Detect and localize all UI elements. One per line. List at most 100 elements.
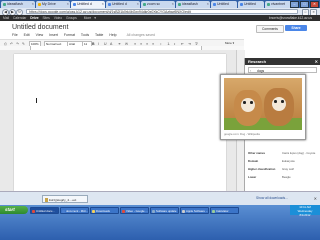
windows-taskbar: start Untitled docu... document - Micr..… xyxy=(0,205,320,240)
fact-value[interactable]: Canis lupus (dog) - Coyote xyxy=(282,151,318,155)
browser-tab-active[interactable]: Untitled d ✕ xyxy=(71,1,105,8)
gbar-item-video[interactable]: Video xyxy=(54,16,62,20)
folder-icon xyxy=(92,209,95,213)
italic-button[interactable]: I xyxy=(98,42,99,46)
fact-value[interactable]: Eukaryota xyxy=(282,159,318,163)
browser-tab-strip: ideasflash ✕ My Drive ✕ Untitled d ✕ Untitl… xyxy=(0,0,320,8)
fact-value[interactable]: Gray wolf xyxy=(282,167,318,171)
browser-tab[interactable]: zoom sc ✕ xyxy=(141,1,175,8)
decrease-indent-icon[interactable]: ⇤ xyxy=(181,42,184,46)
file-icon xyxy=(44,198,48,202)
browser-tab[interactable]: Untitled d ✕ xyxy=(106,1,140,8)
share-button[interactable]: Share xyxy=(285,25,307,31)
gbar-item-calendar[interactable]: Calendar xyxy=(13,16,26,20)
start-button[interactable]: start xyxy=(0,206,28,214)
tab-close-icon[interactable]: ✕ xyxy=(101,1,104,8)
close-icon[interactable]: ✕ xyxy=(315,58,318,65)
taskbar-item-label: document - Micr... xyxy=(66,208,89,213)
browser-tab[interactable]: ideasflash ✕ xyxy=(1,1,35,8)
gbar-item-mail[interactable]: Mail xyxy=(3,16,9,20)
browser-tab[interactable]: Untitled xyxy=(211,1,237,8)
star-icon[interactable]: ☆ xyxy=(52,24,56,30)
tab-favicon-icon xyxy=(2,3,6,6)
text-color-button[interactable]: A xyxy=(110,42,112,46)
tab-favicon-icon xyxy=(142,3,146,6)
clock-date: 8/1/2012 xyxy=(299,213,311,217)
tab-close-icon[interactable]: ✕ xyxy=(136,1,139,8)
fact-key: Domain xyxy=(248,159,259,163)
document-title[interactable]: Untitled document xyxy=(12,24,68,31)
research-facts: Other names Canis lupus (dog) - Coyote Do… xyxy=(248,151,318,183)
taskbar-item[interactable]: Calculator xyxy=(210,206,239,214)
paint-format-icon[interactable]: ✎ xyxy=(22,42,25,46)
image-preview-popup[interactable]: google.com: Dog - Wikipedia xyxy=(220,74,306,140)
tab-favicon-icon xyxy=(107,3,111,6)
line-spacing-icon[interactable]: ↕ xyxy=(160,42,162,46)
fact-value[interactable]: Beagle xyxy=(282,175,318,179)
align-right-icon[interactable]: ≡ xyxy=(146,42,148,46)
tab-label: Untitled xyxy=(217,2,229,6)
puppies-image[interactable] xyxy=(224,78,302,130)
browser-tab[interactable]: My Drive ✕ xyxy=(36,1,70,8)
close-icon[interactable]: ✕ xyxy=(314,196,317,201)
redo-icon[interactable]: ↷ xyxy=(16,42,19,46)
underline-button[interactable]: U xyxy=(104,42,107,46)
taskbar-item[interactable]: Untitled docu... xyxy=(30,206,59,214)
tab-close-icon[interactable]: ✕ xyxy=(66,1,69,8)
link-icon[interactable]: ⚭ xyxy=(118,42,121,46)
word-icon xyxy=(62,209,65,213)
comment-icon[interactable]: ✉ xyxy=(125,42,128,46)
fact-row: Higher classification Gray wolf xyxy=(248,167,318,175)
menu-view[interactable]: View xyxy=(36,33,44,37)
taskbar-item-label: Software update xyxy=(156,208,177,213)
gbar-item-groups[interactable]: Groups xyxy=(66,16,77,20)
image-caption[interactable]: google.com: Dog - Wikipedia xyxy=(224,132,260,136)
download-item[interactable]: listrzj(stugrly_4....ext xyxy=(42,195,88,203)
maximize-icon[interactable]: □ xyxy=(300,0,309,8)
gbar-item-sites[interactable]: Sites xyxy=(42,16,49,20)
document-page[interactable] xyxy=(14,54,226,191)
menu-bar: File Edit View Insert Format Tools Table… xyxy=(12,33,160,38)
bulleted-list-icon[interactable]: • xyxy=(174,42,175,46)
more-button[interactable]: More ▾ xyxy=(224,41,235,46)
undo-icon[interactable]: ↶ xyxy=(10,42,13,46)
tab-label: Untitled d xyxy=(112,2,127,6)
taskbar-item[interactable]: Apple Software ... xyxy=(180,206,209,214)
menu-format[interactable]: Format xyxy=(64,33,75,37)
minimize-icon[interactable]: – xyxy=(290,0,299,8)
taskbar-item[interactable]: Software update xyxy=(150,206,179,214)
puppy-eye xyxy=(274,100,277,103)
research-search-input[interactable]: ‹ dogs xyxy=(248,67,317,73)
show-all-downloads-link[interactable]: Show all downloads... xyxy=(256,196,288,200)
menu-file[interactable]: File xyxy=(12,33,18,37)
taskbar-item[interactable]: Video - Google ... xyxy=(120,206,149,214)
system-tray-clock[interactable]: 10:11 AM Wednesday 8/1/2012 xyxy=(290,205,320,217)
print-icon[interactable]: ⎙ xyxy=(4,42,7,46)
user-account-link[interactable]: bnorris@snowflake.k12.az.us xyxy=(269,15,312,21)
browser-tab[interactable]: ideasflash ✕ xyxy=(176,1,210,8)
increase-indent-icon[interactable]: ⇥ xyxy=(188,42,191,46)
bold-button[interactable]: B xyxy=(92,42,95,46)
align-center-icon[interactable]: ≡ xyxy=(140,42,142,46)
tab-close-icon[interactable]: ✕ xyxy=(31,1,34,8)
menu-edit[interactable]: Edit xyxy=(24,33,30,37)
gbar-item-more[interactable]: More ▾ xyxy=(81,16,96,20)
address-bar[interactable]: https://docs.google.com/a/oss.k12.az.us/… xyxy=(26,9,298,14)
taskbar-item[interactable]: Downloads xyxy=(90,206,119,214)
window-close-icon[interactable]: ✕ xyxy=(310,0,319,8)
gbar-more-label: More xyxy=(83,16,92,20)
justify-icon[interactable]: ≡ xyxy=(152,42,154,46)
menu-table[interactable]: Table xyxy=(95,33,103,37)
tab-close-icon[interactable]: ✕ xyxy=(171,1,174,8)
align-left-icon[interactable]: ≡ xyxy=(134,42,136,46)
browser-tab[interactable]: Untitled xyxy=(238,1,264,8)
clear-formatting-icon[interactable]: T̸ xyxy=(195,42,197,46)
menu-insert[interactable]: Insert xyxy=(49,33,58,37)
taskbar-item-label: Video - Google ... xyxy=(126,208,148,213)
tab-close-icon[interactable]: ✕ xyxy=(206,1,209,8)
comments-button[interactable]: Comments xyxy=(256,25,284,33)
gbar-item-drive[interactable]: Drive xyxy=(30,16,38,20)
menu-help[interactable]: Help xyxy=(109,33,116,37)
menu-tools[interactable]: Tools xyxy=(81,33,89,37)
taskbar-item[interactable]: document - Micr... xyxy=(60,206,89,214)
